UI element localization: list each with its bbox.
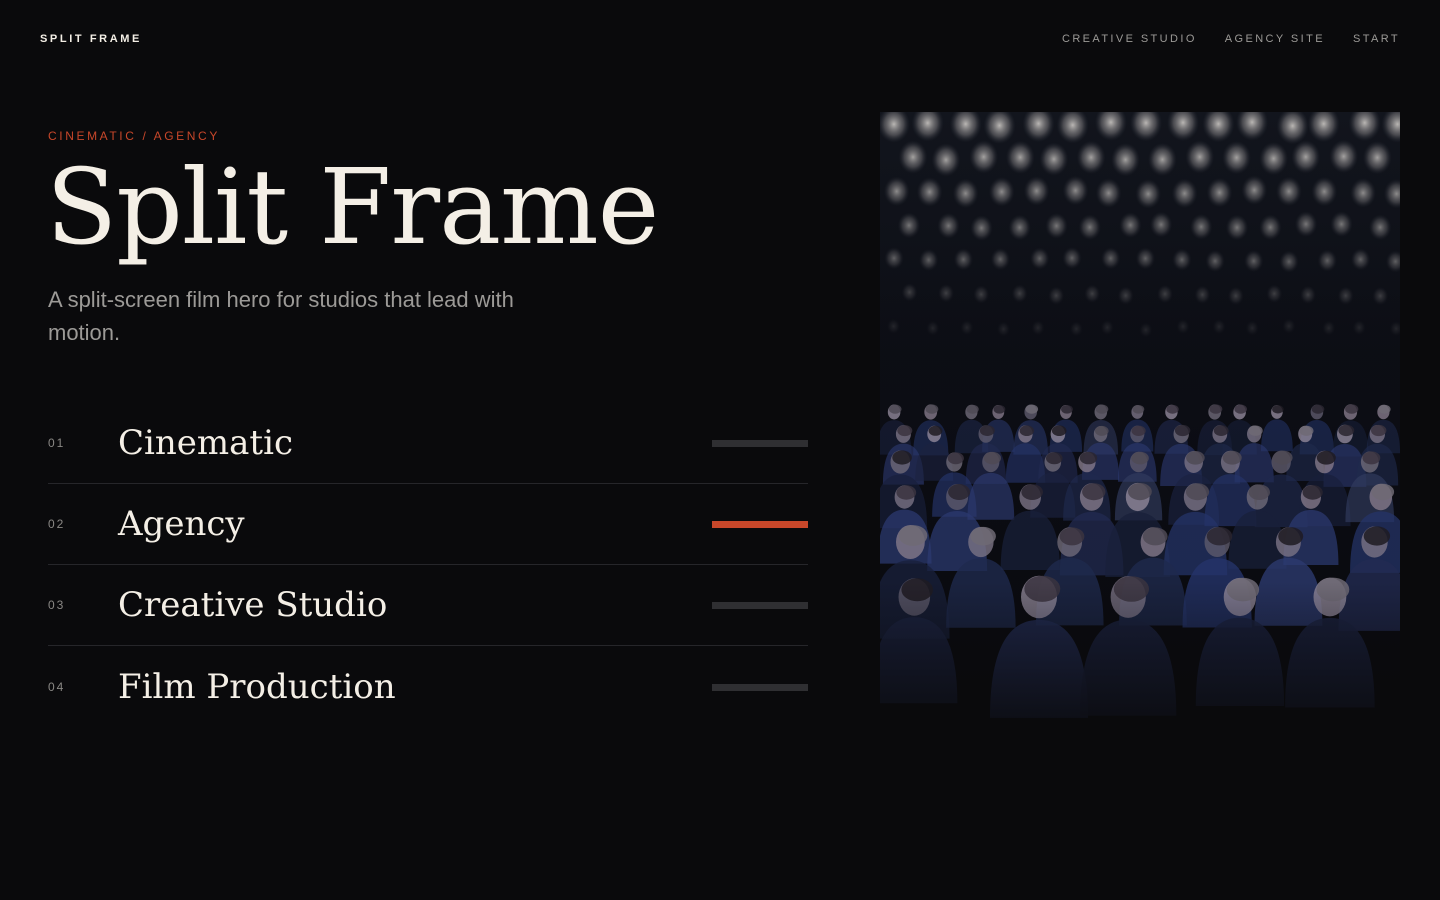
- ceiling-light: [1259, 214, 1282, 241]
- ceiling-light: [988, 177, 1015, 207]
- ceiling-light: [898, 140, 928, 174]
- service-indicator-bar: [712, 683, 808, 691]
- service-item-cinematic[interactable]: 01 Cinematic: [48, 403, 808, 484]
- service-label: Cinematic: [118, 423, 293, 463]
- hero-eyebrow: CINEMATIC / AGENCY: [48, 129, 220, 143]
- service-number: 01: [48, 436, 66, 450]
- nav-link-agency-site[interactable]: AGENCY SITE: [1225, 33, 1325, 45]
- ceiling-light: [1222, 141, 1251, 175]
- ceiling-light: [1008, 214, 1031, 241]
- ceiling-light: [1148, 142, 1177, 177]
- ceiling-light: [1095, 178, 1122, 208]
- ceiling-light: [1259, 142, 1288, 176]
- hero-media: [880, 112, 1400, 740]
- ceiling-light: [1005, 140, 1035, 174]
- ceiling-light: [1135, 179, 1161, 209]
- ceiling-light: [969, 140, 999, 174]
- ceiling-light: [1171, 178, 1198, 209]
- service-label: Agency: [118, 504, 245, 544]
- service-label: Film Production: [118, 666, 396, 707]
- ceiling-light: [1023, 176, 1050, 206]
- ceiling-light: [937, 212, 960, 239]
- ceiling-light: [931, 143, 961, 177]
- ceiling-light: [1241, 175, 1268, 205]
- ceiling-light: [1185, 140, 1215, 174]
- service-indicator-bar: [712, 602, 808, 609]
- ceiling-light: [1329, 139, 1359, 173]
- ceiling-light: [1311, 176, 1338, 207]
- ceiling-light: [916, 177, 943, 207]
- service-label: Creative Studio: [118, 585, 388, 625]
- service-item-agency[interactable]: 02 Agency: [48, 484, 808, 565]
- audience-photo-icon: [880, 112, 1400, 740]
- service-indicator-bar: [712, 521, 808, 528]
- brand-logo[interactable]: SPLIT FRAME: [40, 33, 142, 45]
- service-item-film-production[interactable]: 04 Film Production: [48, 646, 808, 727]
- ceiling-light: [1362, 141, 1392, 175]
- ceiling-light: [1078, 214, 1101, 241]
- ceiling-light: [1225, 214, 1249, 241]
- top-nav: CREATIVE STUDIO AGENCY SITE START: [1062, 33, 1400, 45]
- service-number: 02: [48, 517, 66, 531]
- hero-title: Split Frame: [46, 146, 659, 268]
- ceiling-light: [970, 215, 993, 241]
- ceiling-light: [1291, 140, 1321, 174]
- ceiling-light: [1062, 175, 1089, 206]
- ceiling-light: [1330, 211, 1353, 237]
- ceiling-light: [897, 212, 921, 239]
- hero-subtitle: A split-screen film hero for studios tha…: [48, 287, 514, 345]
- service-indicator-bar: [712, 440, 808, 447]
- ceiling-light: [883, 176, 910, 206]
- service-item-creative-studio[interactable]: 03 Creative Studio: [48, 565, 808, 646]
- ceiling-light: [1111, 143, 1140, 177]
- ceiling-light: [1149, 211, 1173, 238]
- service-number: 03: [48, 598, 66, 612]
- ceiling-light: [952, 178, 979, 209]
- nav-link-start[interactable]: START: [1353, 33, 1400, 45]
- ceiling-light: [1119, 212, 1142, 238]
- service-number: 04: [48, 679, 66, 694]
- ceiling-light: [1045, 213, 1068, 239]
- nav-link-creative-studio[interactable]: CREATIVE STUDIO: [1062, 33, 1197, 45]
- ceiling-light: [1039, 142, 1069, 176]
- services-list: 01 Cinematic 02 Agency 03 Creative Studi…: [48, 403, 808, 727]
- ceiling-light: [1350, 178, 1376, 208]
- ceiling-light: [1190, 213, 1213, 240]
- ceiling-light: [1294, 211, 1318, 237]
- page: SPLIT FRAME CREATIVE STUDIO AGENCY SITE …: [0, 0, 1440, 900]
- ceiling-light: [1206, 177, 1233, 208]
- ceiling-light: [1076, 140, 1106, 174]
- ceiling-light: [1276, 176, 1302, 207]
- ceiling-light: [1369, 214, 1392, 241]
